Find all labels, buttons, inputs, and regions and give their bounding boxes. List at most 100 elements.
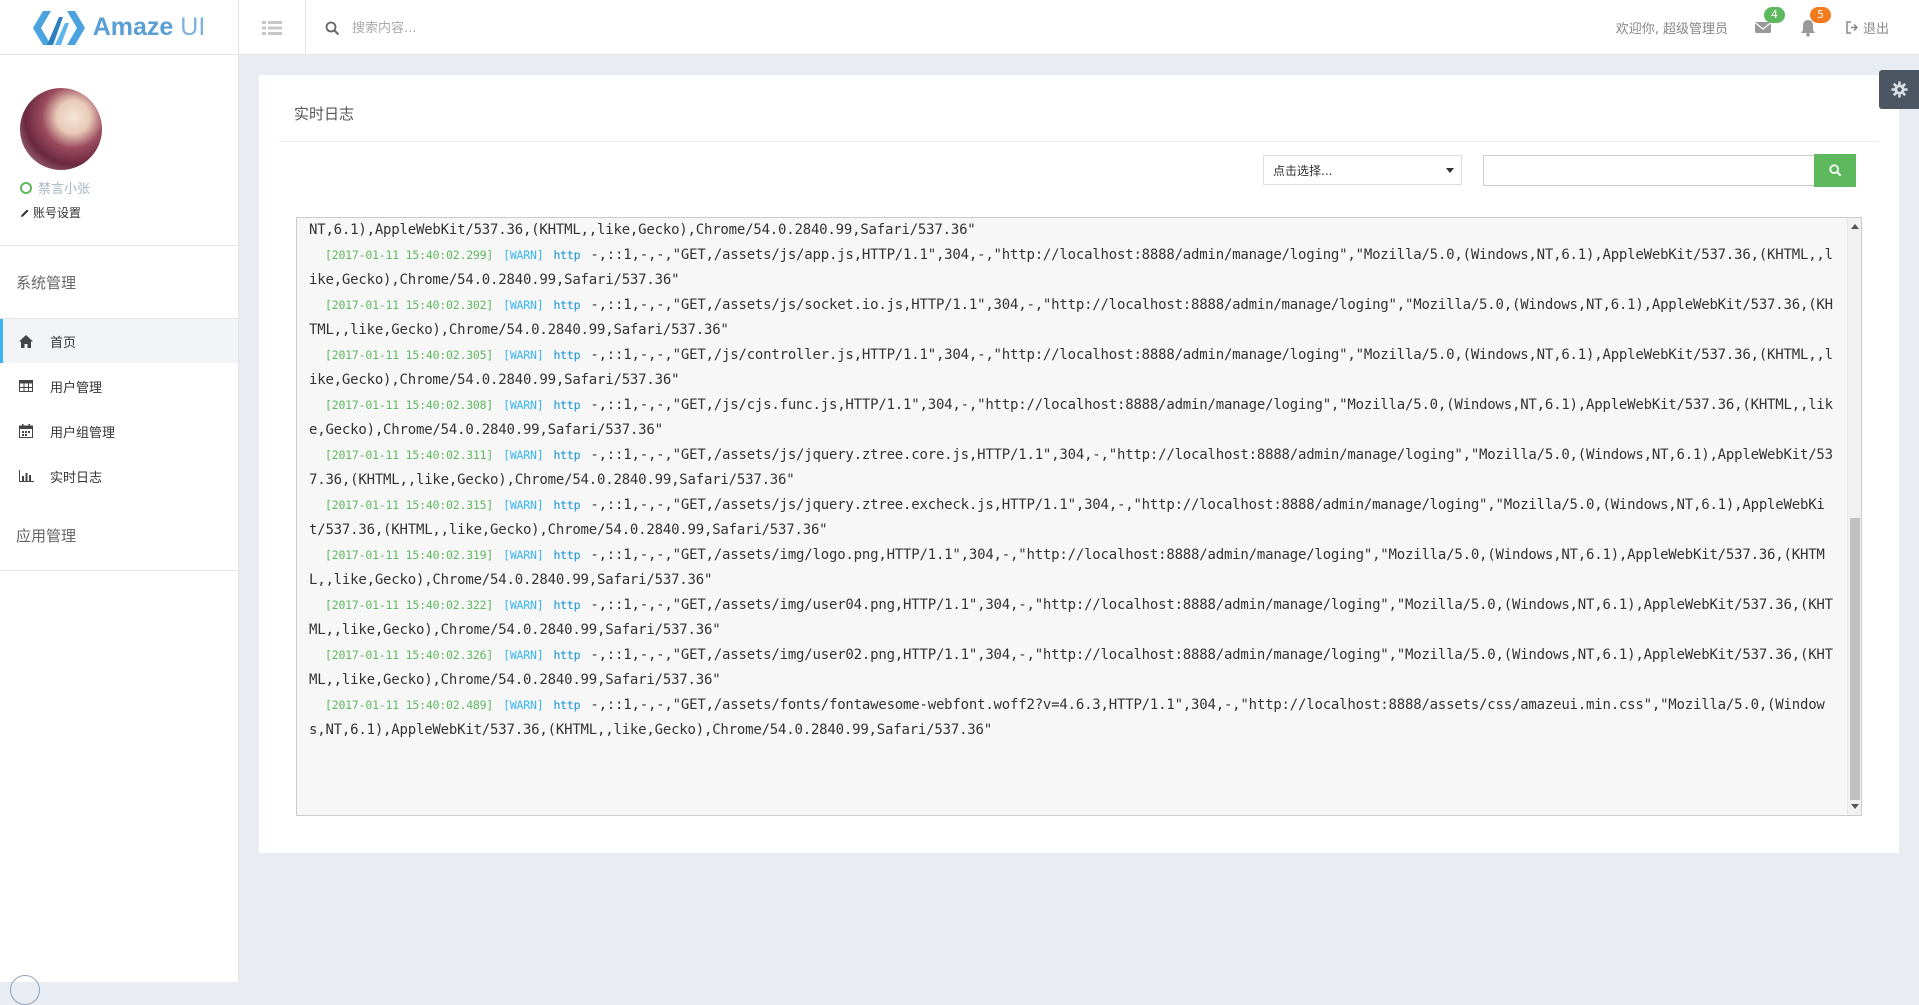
log-level: [WARN] xyxy=(503,598,544,612)
user-name-row: 禁言小张 xyxy=(20,178,90,197)
logout-label: 退出 xyxy=(1862,22,1889,37)
bar-chart-icon xyxy=(19,468,35,484)
sidebar-item-label: 实时日志 xyxy=(50,470,103,486)
pencil-icon xyxy=(21,209,29,217)
log-level: [WARN] xyxy=(503,648,544,662)
log-source: http xyxy=(553,298,581,312)
brand-name: Amaze UI xyxy=(92,13,206,41)
log-source: http xyxy=(553,498,581,512)
log-source: http xyxy=(553,448,581,462)
logout-button[interactable]: 退出 xyxy=(1846,18,1889,37)
table-icon xyxy=(19,378,35,394)
search-icon xyxy=(1828,164,1841,177)
calendar-icon xyxy=(19,423,35,439)
notifications-button[interactable]: 5 xyxy=(1800,6,1831,37)
sidebar-divider xyxy=(0,570,238,571)
log-search-button[interactable] xyxy=(1814,154,1856,187)
home-icon xyxy=(19,333,35,349)
account-settings-label: 账号设置 xyxy=(33,206,82,220)
search-icon[interactable] xyxy=(325,21,340,36)
sidebar-toggle-button[interactable] xyxy=(239,0,306,55)
log-line: [2017-01-11 15:40:02.315] [WARN] http -,::1… xyxy=(309,493,1839,543)
brand-logo[interactable]: Amaze UI xyxy=(0,0,239,55)
sidebar-item-realtime-log[interactable]: 实时日志 xyxy=(0,454,238,498)
top-header: Amaze UI 欢迎你, 超级管理员 4 5 xyxy=(0,0,1919,55)
log-line: [2017-01-11 15:40:02.319] [WARN] http -,::1… xyxy=(309,543,1839,593)
log-source: http xyxy=(553,698,581,712)
log-level: [WARN] xyxy=(503,398,544,412)
log-line: [2017-01-11 15:40:02.302] [WARN] http -,::1… xyxy=(309,293,1839,343)
log-source: http xyxy=(553,648,581,662)
log-scrollbar[interactable] xyxy=(1847,218,1861,815)
page-title: 实时日志 xyxy=(294,105,355,123)
sidebar-item-label: 用户管理 xyxy=(50,380,103,396)
amaze-logo-icon xyxy=(32,10,85,45)
theme-settings-button[interactable] xyxy=(1879,70,1919,109)
log-level: [WARN] xyxy=(503,698,544,712)
header-right: 欢迎你, 超级管理员 4 5 退出 xyxy=(1616,0,1889,55)
user-name: 禁言小张 xyxy=(38,182,91,197)
log-output[interactable]: NT,6.1),AppleWebKit/537.36,(KHTML,,like,… xyxy=(296,217,1862,816)
log-line: [2017-01-11 15:40:02.311] [WARN] http -,::1… xyxy=(309,443,1839,493)
log-line: [2017-01-11 15:40:02.299] [WARN] http -,::1… xyxy=(309,243,1839,293)
log-timestamp: [2017-01-11 15:40:02.311] xyxy=(325,448,494,462)
scroll-up-icon[interactable] xyxy=(1851,224,1859,229)
messages-badge: 4 xyxy=(1763,6,1785,23)
log-filter-select-value: 点击选择... xyxy=(1273,163,1333,178)
log-line: [2017-01-11 15:40:02.305] [WARN] http -,::1… xyxy=(309,343,1839,393)
chevron-down-icon xyxy=(1446,168,1454,173)
log-source: http xyxy=(553,598,581,612)
log-level: [WARN] xyxy=(503,498,544,512)
help-icon[interactable] xyxy=(10,975,40,1005)
sidebar-divider xyxy=(0,245,238,246)
sidebar-section-system[interactable]: 系统管理 xyxy=(16,272,76,293)
log-line: [2017-01-11 15:40:02.326] [WARN] http -,::1… xyxy=(309,643,1839,693)
log-source: http xyxy=(553,548,581,562)
list-icon xyxy=(262,20,282,35)
log-level: [WARN] xyxy=(503,548,544,562)
card-divider xyxy=(279,141,1879,142)
log-timestamp: [2017-01-11 15:40:02.308] xyxy=(325,398,494,412)
log-timestamp: [2017-01-11 15:40:02.489] xyxy=(325,698,494,712)
sidebar-item-label: 首页 xyxy=(50,335,77,351)
sidebar-item-users[interactable]: 用户管理 xyxy=(0,364,238,408)
avatar[interactable] xyxy=(20,88,102,170)
log-source: http xyxy=(553,348,581,362)
log-timestamp: [2017-01-11 15:40:02.322] xyxy=(325,598,494,612)
sidebar-item-home[interactable]: 首页 xyxy=(0,319,238,363)
notifications-badge: 5 xyxy=(1809,6,1831,23)
log-level: [WARN] xyxy=(503,348,544,362)
sign-out-icon xyxy=(1846,21,1859,34)
log-level: [WARN] xyxy=(503,448,544,462)
log-filter-select[interactable]: 点击选择... xyxy=(1263,155,1462,185)
sidebar-item-user-groups[interactable]: 用户组管理 xyxy=(0,409,238,453)
sidebar-item-label: 用户组管理 xyxy=(50,425,116,441)
log-timestamp: [2017-01-11 15:40:02.299] xyxy=(325,248,494,262)
log-timestamp: [2017-01-11 15:40:02.302] xyxy=(325,298,494,312)
log-line: [2017-01-11 15:40:02.489] [WARN] http -,::1… xyxy=(309,693,1839,743)
log-level: [WARN] xyxy=(503,248,544,262)
log-line-partial: NT,6.1),AppleWebKit/537.36,(KHTML,,like,… xyxy=(309,222,976,238)
log-timestamp: [2017-01-11 15:40:02.319] xyxy=(325,548,494,562)
sidebar-section-apps[interactable]: 应用管理 xyxy=(16,525,76,546)
sidebar: 禁言小张 账号设置 系统管理 首页 用户管理 用户组管理 实时日志 应用管理 xyxy=(0,55,239,982)
log-level: [WARN] xyxy=(503,298,544,312)
scroll-down-icon[interactable] xyxy=(1851,804,1859,809)
welcome-text: 欢迎你, 超级管理员 xyxy=(1615,22,1728,37)
scrollbar-thumb[interactable] xyxy=(1850,518,1860,800)
log-line: [2017-01-11 15:40:02.322] [WARN] http -,::1… xyxy=(309,593,1839,643)
header-search xyxy=(325,14,625,42)
realtime-log-panel: 实时日志 点击选择... NT,6.1),AppleWebKit/537.36,… xyxy=(259,75,1899,853)
log-search-input[interactable] xyxy=(1483,155,1815,186)
messages-button[interactable]: 4 xyxy=(1754,6,1785,37)
log-source: http xyxy=(553,248,581,262)
log-source: http xyxy=(553,398,581,412)
log-line: [2017-01-11 15:40:02.308] [WARN] http -,::1… xyxy=(309,393,1839,443)
user-info: 禁言小张 账号设置 xyxy=(20,178,90,221)
header-search-input[interactable] xyxy=(350,19,614,37)
account-settings-link[interactable]: 账号设置 xyxy=(20,204,90,221)
log-timestamp: [2017-01-11 15:40:02.315] xyxy=(325,498,494,512)
online-status-icon xyxy=(20,181,32,194)
log-content: NT,6.1),AppleWebKit/537.36,(KHTML,,like,… xyxy=(309,218,1839,743)
log-timestamp: [2017-01-11 15:40:02.326] xyxy=(325,648,494,662)
